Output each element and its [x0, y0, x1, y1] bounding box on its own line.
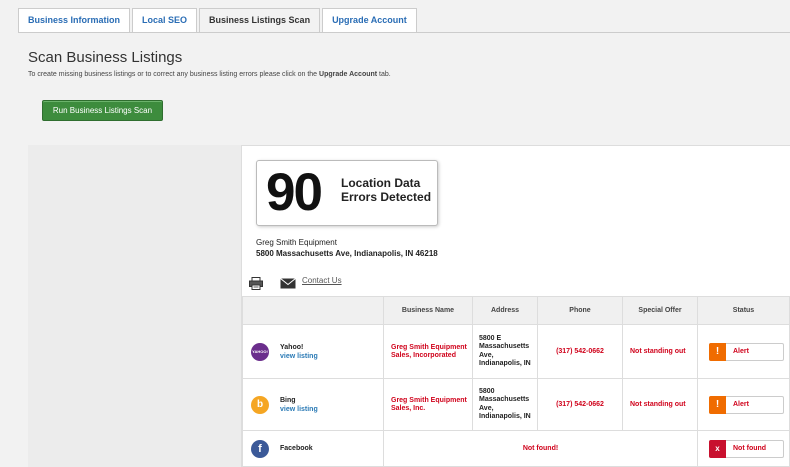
subtitle-text-before: To create missing business listings or t… — [28, 71, 320, 78]
table-row: b Bing view listing Greg Smith Equipment… — [242, 378, 790, 431]
view-listing-link[interactable]: view listing — [280, 405, 318, 414]
listing-phone: (317) 542-0662 — [537, 324, 623, 379]
header-address: Address — [472, 296, 538, 325]
table-row: f Facebook Not found! x Not found — [242, 430, 790, 467]
bing-logo-icon: b — [251, 395, 269, 414]
tab-bar: Business Information Local SEO Business … — [18, 8, 419, 32]
status-label: Not found — [733, 445, 767, 452]
left-shade-area — [28, 145, 242, 467]
tab-business-listings-scan[interactable]: Business Listings Scan — [199, 8, 321, 32]
header-phone: Phone — [537, 296, 623, 325]
error-count: 90 — [266, 163, 323, 222]
source-name: Yahoo! — [280, 343, 304, 351]
source-name: Bing — [280, 396, 296, 404]
listing-business-name: Greg Smith Equipment Sales, Inc. — [383, 378, 473, 431]
status-badge[interactable]: ! Alert — [709, 395, 784, 414]
page-title: Scan Business Listings — [28, 49, 183, 66]
listing-special-offer: Not standing out — [622, 378, 698, 431]
source-cell: YAHOO! Yahoo! view listing — [242, 324, 384, 379]
source-cell: f Facebook — [242, 430, 384, 467]
status-badge[interactable]: x Not found — [709, 439, 784, 458]
not-found-message: Not found! — [383, 430, 698, 467]
status-label: Alert — [733, 348, 749, 355]
subtitle-text-after: tab. — [377, 71, 391, 78]
listing-phone: (317) 542-0662 — [537, 378, 623, 431]
subtitle-upgrade-account: Upgrade Account — [319, 71, 378, 78]
listings-table: Business Name Address Phone Special Offe… — [242, 296, 790, 467]
status-cell: ! Alert — [697, 378, 790, 431]
error-label: Location Data Errors Detected — [341, 176, 432, 204]
business-name: Greg Smith Equipment — [256, 238, 337, 247]
listing-business-name: Greg Smith Equipment Sales, Incorporated — [383, 324, 473, 379]
header-status: Status — [697, 296, 790, 325]
tab-upgrade-account[interactable]: Upgrade Account — [322, 8, 417, 32]
tab-business-information[interactable]: Business Information — [18, 8, 131, 32]
business-address: 5800 Massachusetts Ave, Indianapolis, IN… — [256, 249, 438, 258]
alert-icon: ! — [709, 342, 726, 361]
tab-local-seo[interactable]: Local SEO — [132, 8, 198, 32]
source-name: Facebook — [280, 445, 313, 452]
header-source — [242, 296, 384, 325]
envelope-icon[interactable] — [280, 278, 296, 289]
alert-icon: ! — [709, 395, 726, 414]
view-listing-link[interactable]: view listing — [280, 352, 318, 361]
yahoo-logo-icon: YAHOO! — [251, 342, 269, 361]
source-cell: b Bing view listing — [242, 378, 384, 431]
page-subtitle: To create missing business listings or t… — [28, 71, 391, 78]
table-header-row: Business Name Address Phone Special Offe… — [242, 296, 790, 325]
table-row: YAHOO! Yahoo! view listing Greg Smith Eq… — [242, 324, 790, 379]
status-label: Alert — [733, 401, 749, 408]
header-special-offer: Special Offer — [622, 296, 698, 325]
listing-address: 5800 E Massachusetts Ave, Indianapolis, … — [472, 324, 538, 379]
tab-divider — [18, 32, 790, 33]
printer-icon[interactable] — [249, 277, 263, 290]
status-cell: x Not found — [697, 430, 790, 467]
status-badge[interactable]: ! Alert — [709, 342, 784, 361]
status-cell: ! Alert — [697, 324, 790, 379]
page: Business Information Local SEO Business … — [0, 0, 790, 467]
listing-address: 5800 Massachusetts Ave, Indianapolis, IN — [472, 378, 538, 431]
header-business-name: Business Name — [383, 296, 473, 325]
run-scan-button[interactable]: Run Business Listings Scan — [42, 100, 163, 121]
listing-special-offer: Not standing out — [622, 324, 698, 379]
facebook-logo-icon: f — [251, 439, 269, 458]
error-x-icon: x — [709, 439, 726, 458]
error-count-box: 90 Location Data Errors Detected — [256, 160, 438, 226]
contact-us-link[interactable]: Contact Us — [302, 276, 342, 285]
